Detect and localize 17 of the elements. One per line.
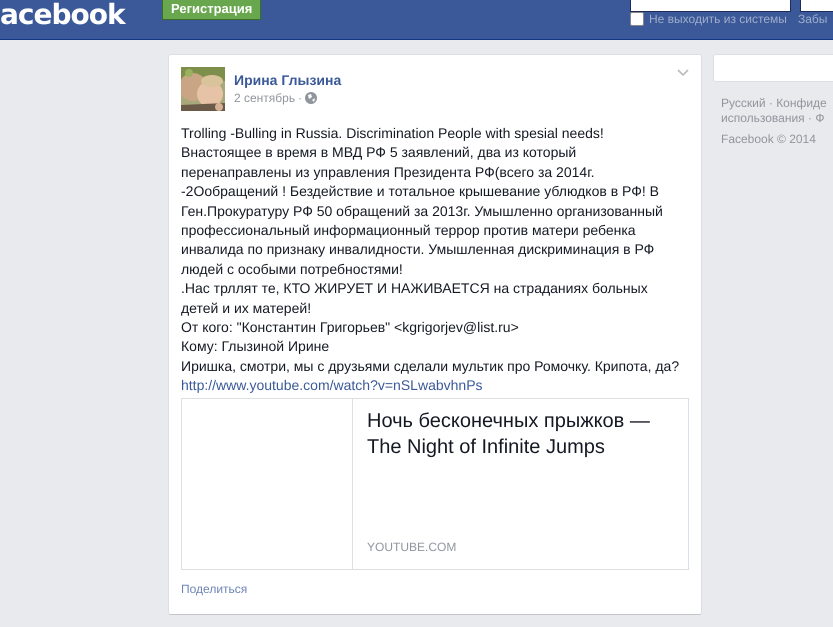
- globe-icon[interactable]: [305, 92, 318, 104]
- forgot-link[interactable]: Забы: [798, 12, 828, 26]
- footer-links[interactable]: Русский · Конфиде использования · Ф: [713, 96, 833, 126]
- checkbox[interactable]: [630, 12, 644, 26]
- logo[interactable]: acebook: [0, 0, 125, 30]
- separator: ·: [298, 91, 302, 105]
- checkbox-label: Не выходить из системы: [649, 12, 787, 26]
- copyright: Facebook © 2014: [720, 132, 817, 146]
- author-name[interactable]: Ирина Глызина: [234, 72, 342, 88]
- post-text: Trolling -Bulling in Russia. Discrimination People with spesial needs! Внастоящее в время в МВД РФ 5 заявлений, два из который перенаправлены из управления Президента РФ(всего за 2014г. -2Oобращений ! Бездействие и тотальное крышевание ублюдков в РФ! В Ген.Прокуратуру РФ 50 обращений за 2013г. Умышленно организованный профессиональный информационный террор против матери ребенка инвалида по признаку инвалидности. Умышленная дискриминация в РФ людей с особыми потребностями! .Нас трллят те, КТО ЖИРУЕТ И НАЖИВАЕТСЯ на страданиях больных детей и их матерей! От кого: "Константин Григорьев" <kgrigorjev@list.ru> Кому: Глызиной Ирине Иришка, смотри, мы с друзьями сделали мультик про Ромочку. Крипота, да?: [181, 124, 680, 376]
- share-link[interactable]: Поделиться: [181, 582, 248, 596]
- preview-domain: YOUTUBE.COM: [367, 540, 458, 554]
- video-link[interactable]: http://www.youtube.com/watch?v=nSLwabvhnPs: [181, 376, 689, 396]
- register-button[interactable]: Регистрация: [162, 0, 262, 20]
- post-date[interactable]: 2 сентябрь: [234, 91, 296, 105]
- preview-title: Ночь бесконечных прыжков — The Night of Infinite Jumps: [367, 408, 651, 460]
- link-preview[interactable]: Ночь бесконечных прыжков — The Night of Infinite Jumps YOUTUBE.COM: [181, 398, 689, 570]
